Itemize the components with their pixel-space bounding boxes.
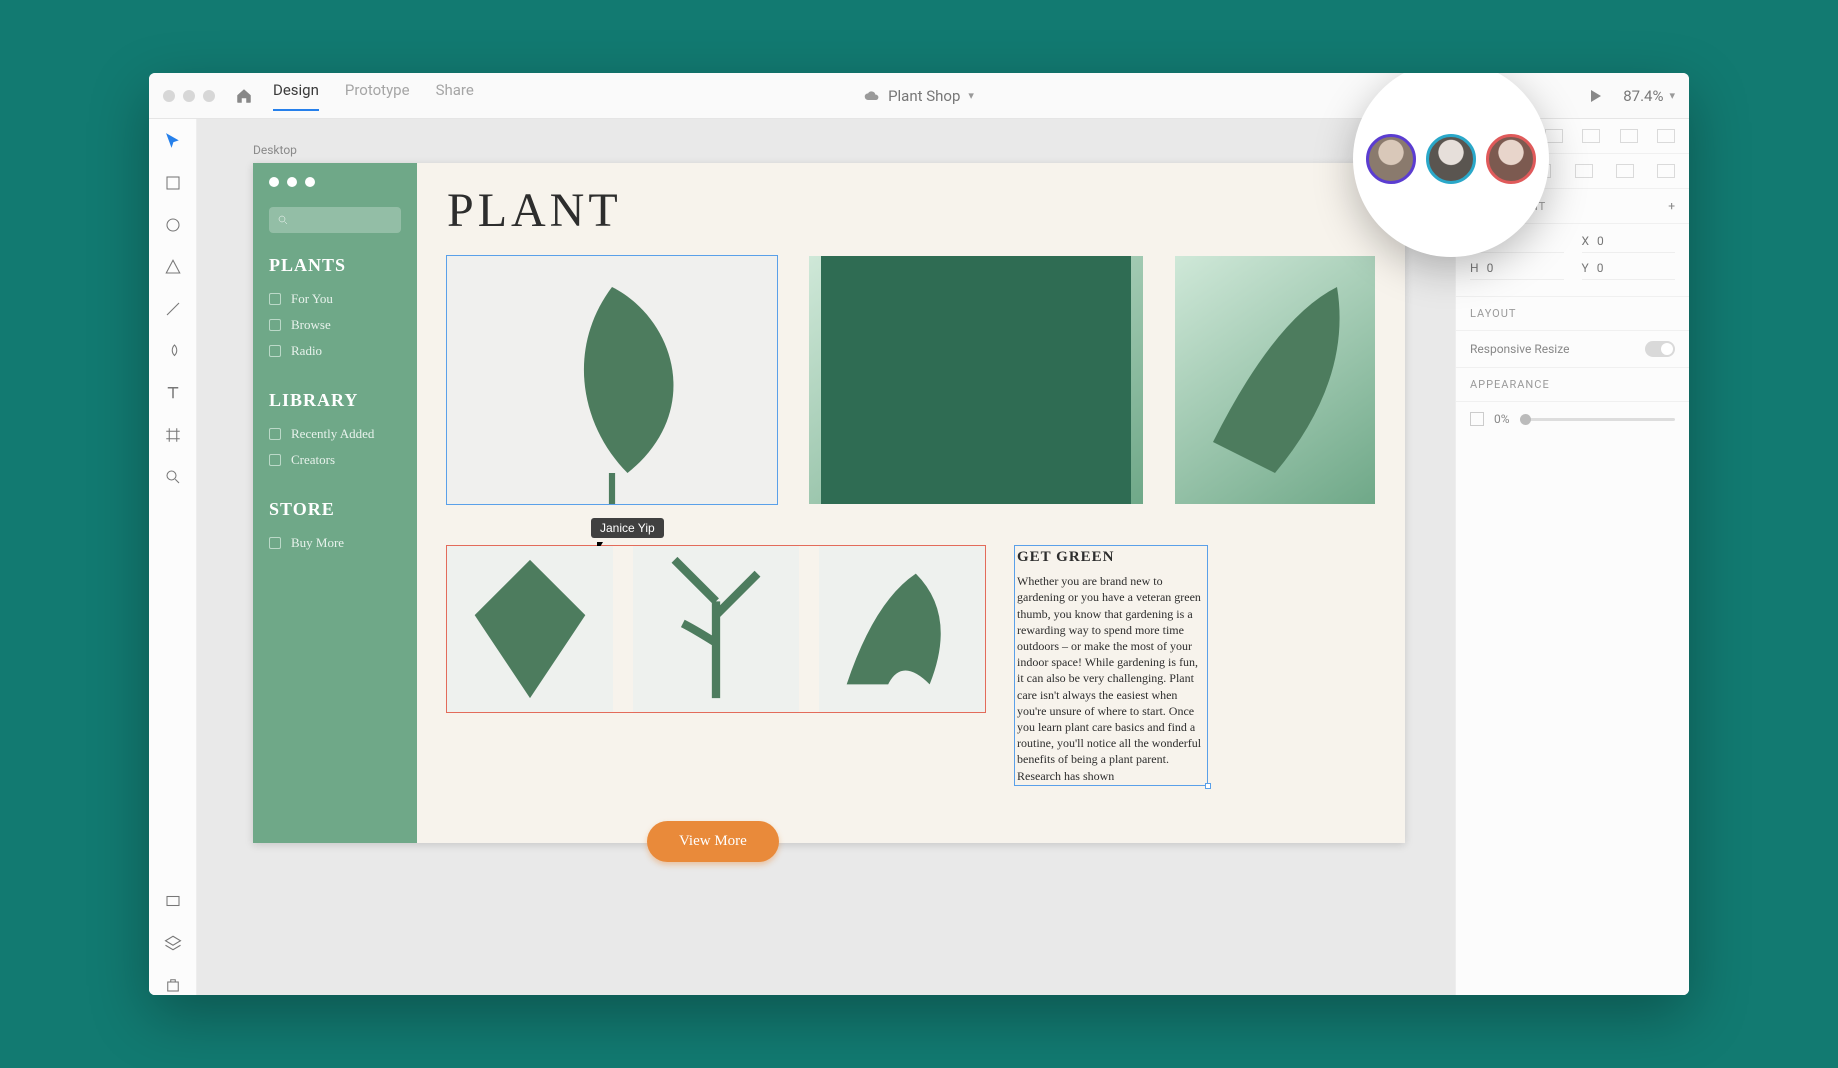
collaborator-cursor-label: Janice Yip [591,518,664,538]
hero-image-3[interactable] [1175,256,1375,504]
sidebar-item: For You [269,286,401,312]
tab-design[interactable]: Design [273,81,319,111]
x-field[interactable]: X0 [1582,234,1676,253]
height-field[interactable]: H0 [1470,261,1564,280]
zoom-tool[interactable] [163,467,183,487]
text-tool[interactable] [163,383,183,403]
appearance-section-header: APPEARANCE [1456,368,1689,402]
layout-section-header: LAYOUT [1456,297,1689,331]
assets-panel-icon[interactable] [163,891,183,911]
responsive-resize-toggle[interactable] [1645,341,1675,357]
artboard-label[interactable]: Desktop [253,143,1455,157]
polygon-tool[interactable] [163,257,183,277]
plugins-panel-icon[interactable] [163,975,183,995]
chevron-down-icon: ▾ [968,89,974,102]
sidebar-heading-store: STORE [269,499,401,520]
preview-button[interactable] [1591,90,1601,102]
thumb-image-2[interactable] [633,546,799,712]
boolean-exclude-icon[interactable] [1657,164,1675,178]
opacity-value: 0% [1494,412,1510,426]
responsive-resize-label: Responsive Resize [1470,342,1569,356]
align-top-icon[interactable] [1582,129,1600,143]
add-component-icon[interactable]: + [1668,199,1675,213]
opacity-checkbox[interactable] [1470,412,1484,426]
sidebar-item: Creators [269,447,401,473]
tool-strip [149,119,197,995]
sidebar-heading-library: LIBRARY [269,390,401,411]
pen-tool[interactable] [163,341,183,361]
opacity-row[interactable]: 0% [1456,402,1689,436]
boolean-intersect-icon[interactable] [1616,164,1634,178]
sidebar-item: Recently Added [269,421,401,447]
thumb-image-3[interactable] [819,546,985,712]
artboard-desktop[interactable]: PLANTS For You Browse Radio LIBRARY Rece… [253,163,1405,843]
hero-image-2[interactable] [809,256,1143,504]
collaborator-avatar-1[interactable] [1366,134,1416,184]
hero-image-1[interactable] [447,256,777,504]
text-block-body: Whether you are brand new to gardening o… [1017,573,1205,783]
text-block-selected[interactable]: GET GREEN Whether you are brand new to g… [1015,546,1207,785]
design-search-field [269,207,401,233]
responsive-resize-row[interactable]: Responsive Resize [1456,331,1689,368]
sidebar-item: Buy More [269,530,401,556]
resize-handle[interactable] [1205,783,1211,789]
align-middle-icon[interactable] [1620,129,1638,143]
opacity-slider[interactable] [1520,418,1675,421]
cloud-icon [864,90,880,102]
design-title: PLANT [447,183,1375,238]
canvas[interactable]: Desktop PLANTS For You Browse Radio LIBR… [197,119,1455,995]
rectangle-tool[interactable] [163,173,183,193]
sidebar-item: Browse [269,312,401,338]
y-field[interactable]: Y0 [1582,261,1676,280]
inspector-panel: COMPONENT + W0 X0 H0 Y0 LAYOUT Responsiv… [1455,119,1689,995]
search-icon [277,214,289,226]
collaborator-avatar-3[interactable] [1486,134,1536,184]
design-main: PLANT [417,163,1405,843]
zoom-value: 87.4% [1623,87,1663,105]
layout-heading: LAYOUT [1470,307,1516,320]
document-title[interactable]: Plant Shop ▾ [864,87,974,105]
zoom-control[interactable]: 87.4% ▾ [1623,87,1675,105]
window-controls[interactable] [163,90,215,102]
align-bottom-icon[interactable] [1657,129,1675,143]
boolean-subtract-icon[interactable] [1575,164,1593,178]
document-title-text: Plant Shop [888,87,960,105]
thumbnail-group-selected[interactable]: Janice Yip [447,546,985,712]
chevron-down-icon: ▾ [1669,89,1675,102]
sidebar-item: Radio [269,338,401,364]
text-block-heading: GET GREEN [1017,547,1205,567]
ellipse-tool[interactable] [163,215,183,235]
app-window: Design Prototype Share Plant Shop ▾ 87.4… [149,73,1689,995]
artboard-tool[interactable] [163,425,183,445]
line-tool[interactable] [163,299,183,319]
collaborator-avatar-2[interactable] [1426,134,1476,184]
layers-panel-icon[interactable] [163,933,183,953]
select-tool[interactable] [163,131,183,151]
appearance-heading: APPEARANCE [1470,378,1550,391]
tab-share[interactable]: Share [436,81,474,111]
window-dots-graphic [269,177,401,187]
sidebar-heading-plants: PLANTS [269,255,401,276]
home-icon[interactable] [235,87,253,105]
thumb-image-1[interactable] [447,546,613,712]
mode-tabs: Design Prototype Share [273,81,474,111]
view-more-button[interactable]: View More [647,821,779,862]
design-sidebar: PLANTS For You Browse Radio LIBRARY Rece… [253,163,417,843]
tab-prototype[interactable]: Prototype [345,81,410,111]
